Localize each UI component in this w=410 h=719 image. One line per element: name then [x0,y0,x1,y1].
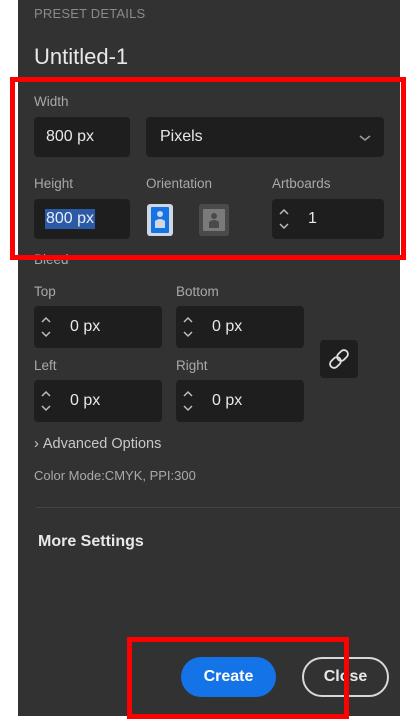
bleed-left-stepper[interactable] [40,385,52,417]
bleed-top-label: Top [34,284,56,299]
width-input[interactable]: 800 px [34,117,130,157]
units-dropdown[interactable]: Pixels [146,117,384,157]
bleed-left-label: Left [34,358,57,373]
advanced-options-label: Advanced Options [42,436,162,452]
stepper-arrows-icon [183,316,193,338]
create-button[interactable]: Create [181,657,276,697]
artboards-label: Artboards [272,176,331,191]
link-bleed-button[interactable] [320,340,358,378]
bleed-label: Bleed [34,252,69,264]
bleed-top-input[interactable]: 0 px [34,306,162,348]
orientation-label: Orientation [146,176,213,191]
stepper-arrows-icon [279,208,289,230]
height-value: 800 px [45,209,96,229]
artboards-input[interactable]: 1 [272,199,384,239]
stepper-arrows-icon [41,316,51,338]
chevron-right-icon: › [34,436,39,452]
bleed-top-stepper[interactable] [40,311,52,343]
height-input[interactable]: 800 px [34,199,130,239]
width-value: 800 px [46,128,95,145]
portrait-icon [151,207,169,233]
bleed-right-stepper[interactable] [182,385,194,417]
bleed-left-input[interactable]: 0 px [34,380,162,422]
preset-details-heading: PRESET DETAILS [34,6,146,21]
bleed-bottom-value: 0 px [212,318,243,335]
advanced-options-toggle[interactable]: › Advanced Options [34,436,161,452]
stepper-arrows-icon [41,390,51,412]
width-label: Width [34,94,69,109]
bleed-top-value: 0 px [70,318,101,335]
bleed-bottom-label: Bottom [176,284,219,299]
close-button[interactable]: Close [302,657,389,697]
link-icon [329,349,349,369]
bleed-right-label: Right [176,358,208,373]
color-mode-info: Color Mode:CMYK, PPI:300 [34,468,196,483]
bleed-left-value: 0 px [70,392,101,409]
orientation-portrait-button[interactable] [147,204,173,236]
height-label: Height [34,176,74,191]
divider [36,507,400,508]
preset-name[interactable]: Untitled-1 [34,44,128,70]
orientation-landscape-button[interactable] [199,204,229,236]
artboards-stepper[interactable] [278,203,290,235]
chevron-down-icon [358,130,372,148]
landscape-icon [203,209,225,231]
bleed-bottom-stepper[interactable] [182,311,194,343]
units-value: Pixels [160,128,203,145]
more-settings-link[interactable]: More Settings [38,533,144,551]
artboards-value: 1 [308,210,317,227]
bleed-bottom-input[interactable]: 0 px [176,306,304,348]
stepper-arrows-icon [183,390,193,412]
bleed-right-value: 0 px [212,392,243,409]
preset-details-panel: PRESET DETAILS Untitled-1 Width 800 px P… [18,0,400,716]
bleed-right-input[interactable]: 0 px [176,380,304,422]
